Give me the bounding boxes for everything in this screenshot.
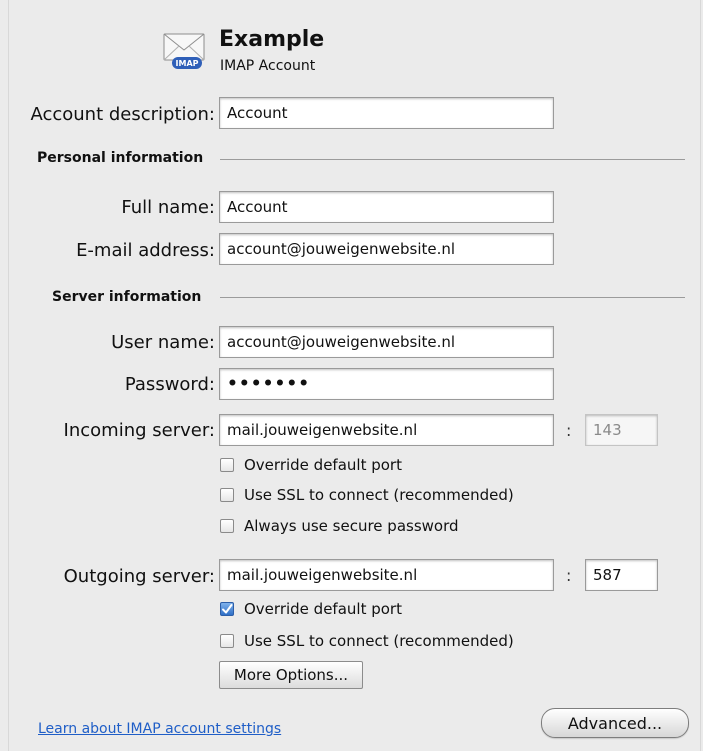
outgoing-server-field[interactable]: mail.jouweigenwebsite.nl [219, 559, 554, 591]
checkbox-label: Use SSL to connect (recommended) [244, 486, 514, 504]
checkbox-icon[interactable] [220, 519, 234, 533]
checkbox-checked-icon[interactable] [220, 602, 234, 616]
user-name-label: User name: [111, 332, 215, 353]
advanced-button[interactable]: Advanced... [541, 708, 689, 738]
password-field[interactable]: ••••••• [219, 368, 554, 400]
server-information-heading: Server information [52, 289, 202, 305]
email-address-field[interactable]: account@jouweigenwebsite.nl [219, 233, 554, 265]
account-name: Example [219, 27, 325, 52]
account-description-label: Account description: [30, 104, 215, 125]
incoming-port-field[interactable]: 143 [585, 414, 658, 446]
outgoing-override-port-checkbox[interactable]: Override default port [220, 600, 402, 618]
learn-imap-settings-link[interactable]: Learn about IMAP account settings [38, 721, 281, 737]
email-address-label: E-mail address: [76, 240, 215, 261]
full-name-label: Full name: [121, 197, 215, 218]
outgoing-port-field[interactable]: 587 [585, 559, 658, 591]
checkbox-label: Always use secure password [244, 517, 459, 535]
user-name-field[interactable]: account@jouweigenwebsite.nl [219, 326, 554, 358]
incoming-server-field[interactable]: mail.jouweigenwebsite.nl [219, 414, 554, 446]
outgoing-use-ssl-checkbox[interactable]: Use SSL to connect (recommended) [220, 632, 514, 650]
account-description-field[interactable]: Account [219, 97, 554, 129]
incoming-override-port-checkbox[interactable]: Override default port [220, 456, 402, 474]
port-separator: : [566, 421, 572, 440]
port-separator: : [566, 566, 572, 585]
checkbox-icon[interactable] [220, 634, 234, 648]
checkbox-icon[interactable] [220, 488, 234, 502]
incoming-server-label: Incoming server: [63, 420, 215, 441]
secure-password-checkbox[interactable]: Always use secure password [220, 517, 459, 535]
section-divider [220, 159, 685, 160]
checkbox-label: Override default port [244, 600, 402, 618]
full-name-field[interactable]: Account [219, 191, 554, 223]
personal-information-heading: Personal information [37, 150, 204, 166]
envelope-icon: IMAP [162, 30, 208, 70]
more-options-button[interactable]: More Options... [219, 661, 363, 689]
password-label: Password: [124, 374, 215, 395]
section-divider [220, 297, 685, 298]
checkbox-icon[interactable] [220, 458, 234, 472]
outgoing-server-label: Outgoing server: [63, 566, 215, 587]
incoming-use-ssl-checkbox[interactable]: Use SSL to connect (recommended) [220, 486, 514, 504]
account-type: IMAP Account [220, 58, 316, 74]
checkbox-label: Override default port [244, 456, 402, 474]
imap-badge-text: IMAP [176, 59, 199, 68]
checkbox-label: Use SSL to connect (recommended) [244, 632, 514, 650]
